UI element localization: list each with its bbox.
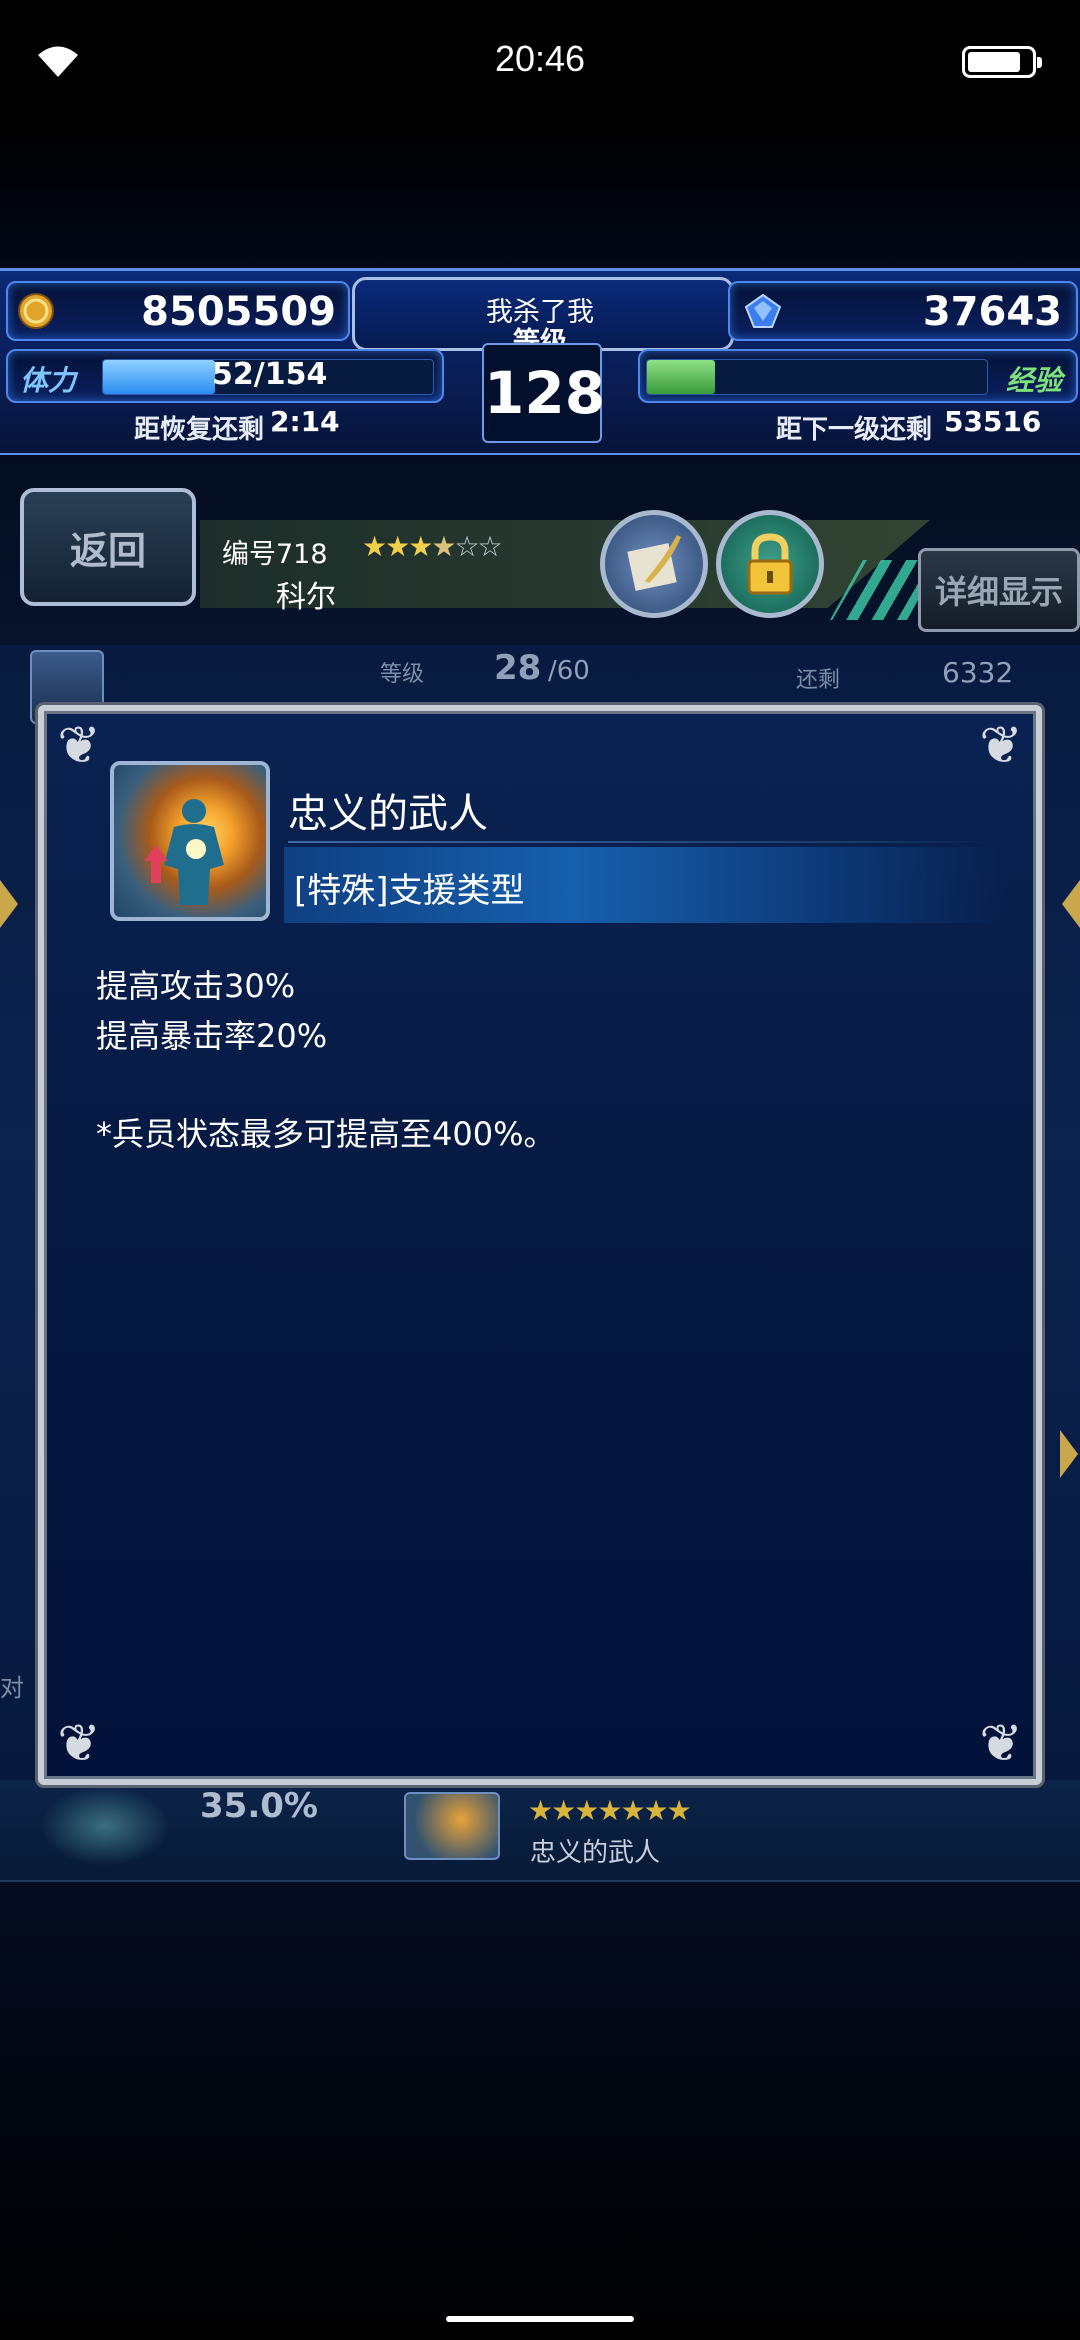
star-icon: ★ xyxy=(551,1794,576,1827)
stamina-fill xyxy=(103,360,216,394)
bg-side-text: 对 xyxy=(0,1674,24,1702)
star-icon: ★ xyxy=(574,1794,599,1827)
gold-counter: 8505509 xyxy=(6,281,350,341)
exp-fill xyxy=(647,360,715,394)
star-icon: ★ xyxy=(385,530,410,563)
skill-type: [特殊]支援类型 xyxy=(294,871,525,911)
star-icon: ★ xyxy=(597,1794,622,1827)
buff-body-icon xyxy=(110,761,270,921)
star-icon: ★ xyxy=(362,530,387,563)
wifi-icon xyxy=(36,44,80,82)
stamina-label: 体力 xyxy=(20,364,77,397)
star-icon: ☆ xyxy=(477,530,503,563)
star-icon: ★ xyxy=(528,1794,553,1827)
bg-skill-name: 忠义的武人 xyxy=(530,1838,661,1868)
character-rarity-stars: ★★★★☆☆ xyxy=(362,530,503,563)
player-name-plate: 我杀了我 等级 xyxy=(352,277,734,358)
player-level: 128 xyxy=(484,359,606,427)
ornament-corner-icon: ❦ xyxy=(979,1714,1023,1774)
ornament-corner-icon: ❦ xyxy=(57,1714,101,1774)
star-icon: ★ xyxy=(620,1794,645,1827)
bg-percent: 35.0% xyxy=(200,1786,318,1826)
exp-bar: 经验 xyxy=(638,349,1078,403)
gil-coin-icon xyxy=(18,293,54,329)
gems-amount: 37643 xyxy=(922,289,1062,335)
bottom-dark-area xyxy=(0,1882,1080,2340)
quill-icon[interactable] xyxy=(600,510,708,618)
gold-amount: 8505509 xyxy=(141,289,336,335)
player-level-box: 128 xyxy=(482,343,606,443)
skill-name: 忠义的武人 xyxy=(288,791,488,837)
skill-note: *兵员状态最多可提高至400%。 xyxy=(96,1115,556,1153)
stamina-value: 52/154 xyxy=(212,357,328,392)
recover-time: 2:14 xyxy=(270,405,340,438)
top-dark-area xyxy=(0,130,1080,270)
exp-label: 经验 xyxy=(1005,364,1062,397)
detail-display-button[interactable]: 详细显示 xyxy=(918,548,1080,632)
star-icon: ☆ xyxy=(454,530,479,563)
skill-effect-line: 提高攻击30% xyxy=(96,967,296,1005)
next-level-value: 53516 xyxy=(944,405,1042,438)
bg-level-max: /60 xyxy=(548,656,590,686)
next-level-label: 距下一级还剩 xyxy=(776,415,933,445)
bg-level-value: 28 xyxy=(494,648,542,688)
battery-icon xyxy=(962,46,1042,78)
bg-skill-stars: ★★★★★★★ xyxy=(528,1794,692,1827)
bg-remaining-value: 6332 xyxy=(942,656,1014,689)
gems-counter: 37643 xyxy=(728,281,1078,341)
bg-skill-icon xyxy=(404,1792,500,1860)
ornament-corner-icon: ❦ xyxy=(57,716,101,776)
star-icon: ★ xyxy=(666,1794,692,1827)
stamina-bar: 体力 52/154 xyxy=(6,349,444,403)
player-hud: 8505509 我杀了我 等级 128 37643 体力 52/154 距恢复还… xyxy=(0,268,1080,456)
back-button[interactable]: 返回 xyxy=(20,488,196,606)
bg-level-label: 等级 xyxy=(380,662,425,687)
right-arrow-icon-2[interactable] xyxy=(1060,1430,1078,1478)
skill-detail-dialog[interactable]: ❦ ❦ ❦ ❦ 忠义的武人 [特殊]支援类型 提高攻击30% 提高暴击率20% … xyxy=(38,705,1042,1785)
crystal-emblem-icon xyxy=(40,1786,170,1866)
right-arrow-icon[interactable] xyxy=(1062,880,1080,928)
star-icon: ★ xyxy=(408,530,433,563)
star-icon: ★ xyxy=(643,1794,669,1827)
lapis-gem-icon xyxy=(744,293,782,328)
recover-label: 距恢复还剩 xyxy=(134,415,265,445)
star-icon: ★ xyxy=(431,530,456,563)
left-arrow-icon[interactable] xyxy=(0,880,18,928)
ornament-corner-icon: ❦ xyxy=(979,716,1023,776)
title-divider xyxy=(288,841,988,843)
character-number: 编号718 xyxy=(222,539,328,570)
home-indicator[interactable] xyxy=(446,2316,634,2322)
skill-effect-line: 提高暴击率20% xyxy=(96,1017,328,1055)
lock-icon[interactable] xyxy=(716,510,824,618)
character-name: 科尔 xyxy=(276,580,336,615)
status-time: 20:46 xyxy=(494,38,586,79)
bg-remaining-label: 还剩 xyxy=(796,668,841,693)
